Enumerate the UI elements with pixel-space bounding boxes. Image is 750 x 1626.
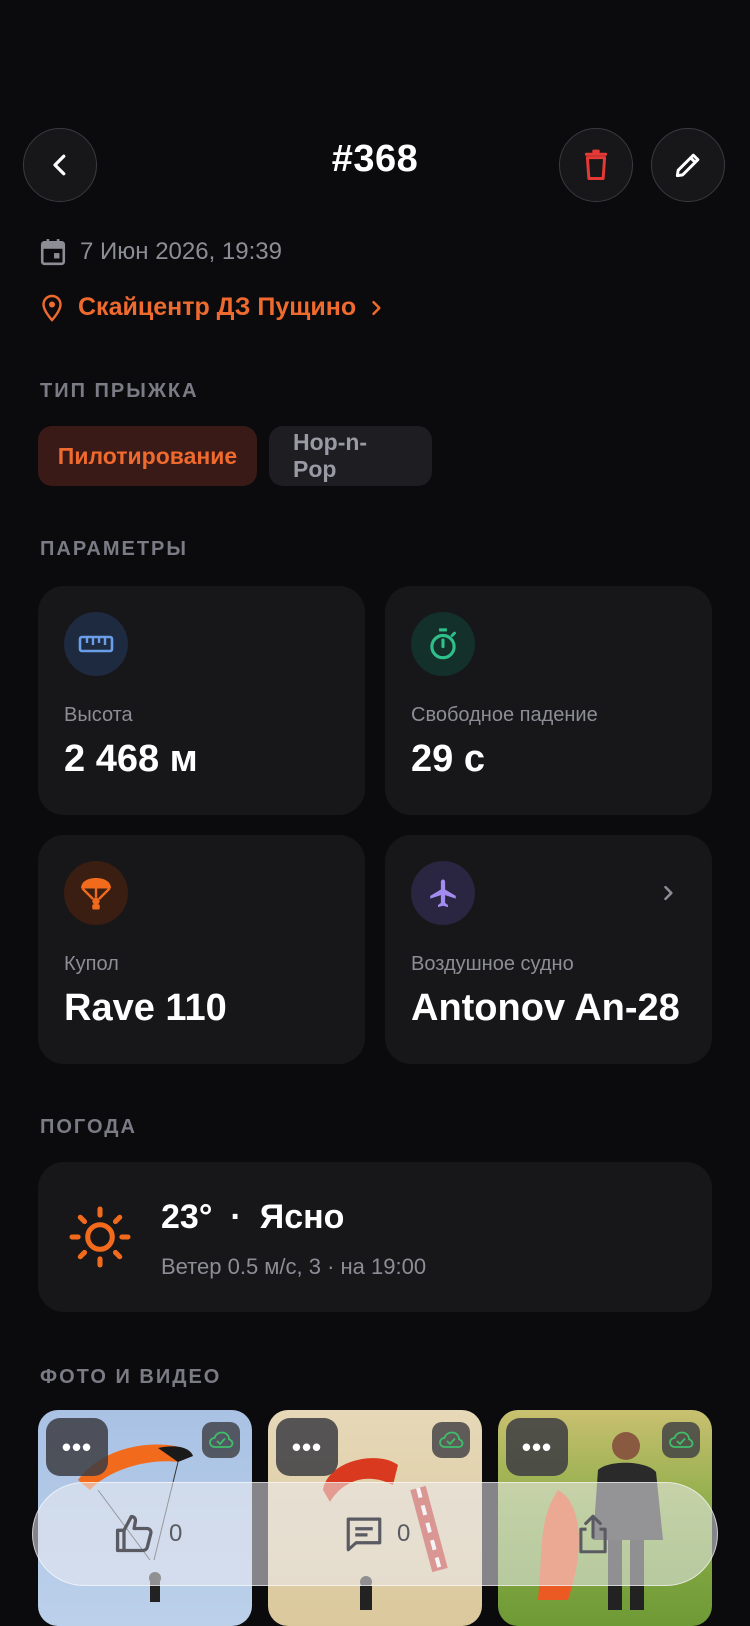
action-bar: 0 0: [32, 1482, 718, 1586]
canopy-icon-bubble: [64, 861, 128, 925]
airplane-icon: [430, 879, 456, 908]
chip-hop-n-pop[interactable]: Hop-n-Pop: [269, 426, 432, 486]
media-more-button[interactable]: •••: [276, 1418, 338, 1476]
chip-label: Hop-n-Pop: [293, 429, 368, 482]
media-more-button[interactable]: •••: [46, 1418, 108, 1476]
ruler-icon: [78, 635, 114, 653]
aircraft-icon-bubble: [411, 861, 475, 925]
trash-icon: [584, 149, 608, 181]
aircraft-value: Antonov An-28: [411, 987, 680, 1029]
date-row: 7 Июн 2026, 19:39: [40, 238, 282, 266]
parameters-heading: ПАРАМЕТРЫ: [40, 538, 188, 560]
weather-condition: Ясно: [259, 1198, 345, 1236]
media-heading: ФОТО И ВИДЕО: [40, 1366, 222, 1388]
canopy-card: Купол Rave 110: [38, 835, 365, 1064]
weather-heading: ПОГОДА: [40, 1116, 137, 1138]
chip-piloting[interactable]: Пилотирование: [38, 426, 257, 486]
sun-icon: [69, 1206, 131, 1268]
weather-card: 23° · Ясно Ветер 0.5 м/с, 3 · на 19:00: [38, 1162, 712, 1312]
altitude-value: 2 468 м: [64, 738, 198, 780]
freefall-value: 29 с: [411, 738, 485, 780]
chip-label: Пилотирование: [57, 442, 238, 469]
like-count: 0: [169, 1520, 183, 1547]
canopy-label: Купол: [64, 953, 119, 975]
share-icon: [579, 1514, 607, 1554]
location-pin-icon: [42, 294, 62, 322]
thumbs-up-icon: [115, 1514, 153, 1553]
edit-button[interactable]: [651, 128, 725, 202]
cloud-synced-icon: [662, 1422, 700, 1458]
location-name: Скайцентр ДЗ Пущино: [78, 293, 357, 321]
altitude-card: Высота 2 468 м: [38, 586, 365, 815]
freefall-card: Свободное падение 29 с: [385, 586, 712, 815]
location-link[interactable]: Скайцентр ДЗ Пущино: [40, 293, 386, 322]
comment-icon: [346, 1517, 382, 1552]
altitude-icon-bubble: [64, 612, 128, 676]
chevron-right-icon: [664, 885, 673, 901]
weather-separator: ·: [230, 1198, 242, 1236]
weather-details: Ветер 0.5 м/с, 3 · на 19:00: [161, 1254, 427, 1279]
calendar-icon: [40, 239, 66, 266]
aircraft-card[interactable]: Воздушное судно Antonov An-28: [385, 835, 712, 1064]
jump-type-heading: ТИП ПРЫЖКА: [40, 380, 199, 402]
parachute-icon: [81, 878, 111, 910]
share-button[interactable]: [573, 1513, 613, 1555]
freefall-icon-bubble: [411, 612, 475, 676]
freefall-label: Свободное падение: [411, 704, 598, 726]
canopy-value: Rave 110: [64, 987, 227, 1029]
delete-button[interactable]: [559, 128, 633, 202]
altitude-label: Высота: [64, 704, 133, 726]
aircraft-label: Воздушное судно: [411, 953, 574, 975]
weather-summary: 23° · Ясно: [161, 1198, 344, 1237]
comment-count: 0: [397, 1520, 411, 1547]
cloud-synced-icon: [432, 1422, 470, 1458]
stopwatch-icon: [430, 628, 456, 660]
cloud-synced-icon: [202, 1422, 240, 1458]
media-more-button[interactable]: •••: [506, 1418, 568, 1476]
comment-button[interactable]: 0: [343, 1513, 410, 1555]
weather-temperature: 23°: [161, 1198, 213, 1236]
page-title: #368: [331, 138, 419, 180]
pencil-icon: [675, 153, 700, 178]
jump-date: 7 Июн 2026, 19:39: [80, 238, 282, 265]
chevron-right-icon: [372, 300, 381, 315]
like-button[interactable]: 0: [113, 1512, 182, 1556]
